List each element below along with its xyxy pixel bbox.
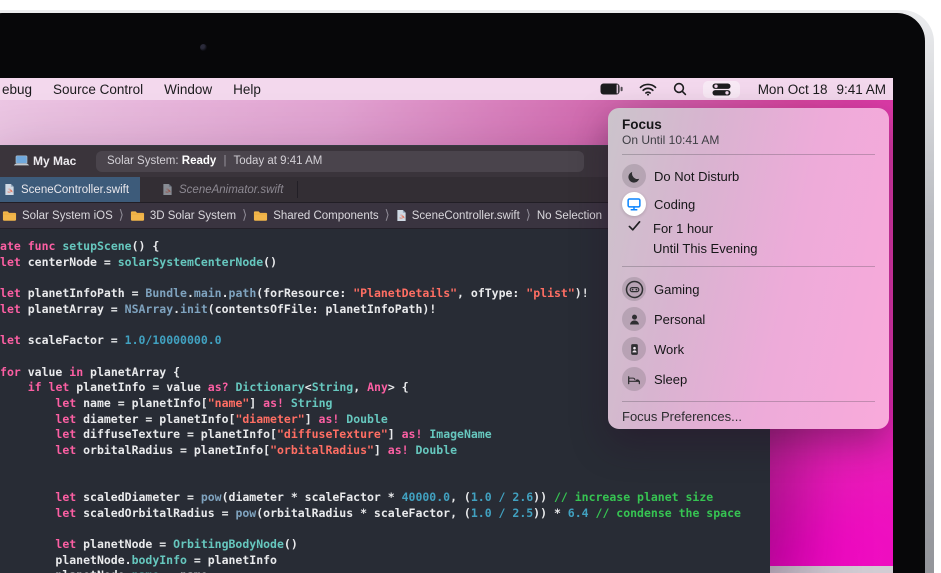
battery-icon[interactable] xyxy=(600,83,623,95)
gamecontroller-icon xyxy=(622,277,646,301)
divider xyxy=(622,266,875,267)
focus-mode-do-not-disturb[interactable]: Do Not Disturb xyxy=(622,162,875,190)
editor-tab[interactable]: SceneAnimator.swift xyxy=(148,177,297,202)
folder-icon xyxy=(2,210,17,222)
focus-duration-label: For 1 hour xyxy=(653,220,713,236)
code-line: let scaledDiameter = pow(diameter * scal… xyxy=(55,490,714,504)
status-state: Ready xyxy=(181,155,217,167)
menu-item[interactable]: Source Control xyxy=(53,82,143,97)
editor-tab[interactable]: SceneController.swift xyxy=(0,177,140,202)
focus-mode-sleep[interactable]: Sleep xyxy=(622,364,875,394)
menu-item[interactable]: Help xyxy=(233,82,261,97)
tab-label: SceneAnimator.swift xyxy=(179,183,284,196)
folder-icon xyxy=(253,210,268,222)
breadcrumb-label: SceneController.swift xyxy=(411,209,520,222)
breadcrumb-label: Solar System iOS xyxy=(22,209,113,222)
focus-menu-panel: Focus On Until 10:41 AM Do Not Disturb Co… xyxy=(608,108,889,429)
code-line: let scaledOrbitalRadius = pow(orbitalRad… xyxy=(55,505,741,520)
focus-mode-personal[interactable]: Personal xyxy=(622,304,875,334)
status-project: Solar System: xyxy=(107,155,179,167)
breadcrumb-item[interactable]: Solar System iOS xyxy=(2,210,113,222)
activity-status-bar[interactable]: Solar System: Ready | Today at 9:41 AM xyxy=(96,151,584,172)
person-icon xyxy=(622,307,646,331)
checkmark-icon xyxy=(622,219,646,237)
breadcrumb-chevron-icon: ⟩ xyxy=(242,206,248,222)
breadcrumb-label: 3D Solar System xyxy=(149,209,237,222)
focus-mode-work[interactable]: Work xyxy=(622,334,875,364)
menu-item[interactable]: Window xyxy=(164,82,212,97)
run-destination[interactable]: My Mac xyxy=(33,154,76,168)
focus-mode-label: Personal xyxy=(654,311,706,327)
focus-other-modes: Gaming Personal Work Sleep xyxy=(622,274,875,394)
menu-items: ebug Source Control Window Help xyxy=(0,82,261,97)
breadcrumb-chevron-icon: ⟩ xyxy=(525,206,531,222)
code-line: planetNode.name = name xyxy=(0,568,741,573)
code-line: let planetNode = OrbitingBodyNode() xyxy=(55,537,298,552)
swift-file-icon xyxy=(396,209,407,222)
menu-item[interactable]: ebug xyxy=(2,82,32,97)
focus-mode-gaming[interactable]: Gaming xyxy=(622,274,875,304)
facetime-camera xyxy=(200,44,207,51)
focus-duration-options: For 1 hour Until This Evening xyxy=(622,218,875,259)
breadcrumb-item[interactable]: No Selection xyxy=(537,210,602,222)
display-icon xyxy=(622,192,646,216)
breadcrumb-item[interactable]: SceneController.swift xyxy=(396,209,520,222)
folder-icon xyxy=(130,210,145,222)
scheme-chevron-icon: ⟩ xyxy=(0,153,1,169)
menu-bar-clock[interactable]: Mon Oct 18 9:41 AM xyxy=(758,82,886,97)
focus-duration-label: Until This Evening xyxy=(653,241,758,257)
moon-icon xyxy=(622,164,646,188)
menu-bar-status-items: Mon Oct 18 9:41 AM xyxy=(600,80,893,98)
divider xyxy=(622,401,875,402)
status-time: Today at 9:41 AM xyxy=(233,155,323,167)
code-line: planetNode.bodyInfo = planetInfo xyxy=(55,552,277,567)
control-center-icon[interactable] xyxy=(702,80,740,98)
focus-primary-modes: Do Not Disturb Coding xyxy=(622,162,875,218)
focus-mode-label: Do Not Disturb xyxy=(654,168,740,184)
desktop-screen: ebug Source Control Window Help Mon Oct … xyxy=(0,78,893,573)
bed-icon xyxy=(622,367,646,391)
focus-mode-label: Work xyxy=(654,341,685,357)
focus-mode-label: Gaming xyxy=(654,281,700,297)
focus-subtitle: On Until 10:41 AM xyxy=(622,133,720,147)
focus-duration-option[interactable]: For 1 hour xyxy=(622,218,875,239)
breadcrumb-label: No Selection xyxy=(536,209,603,222)
swift-file-icon xyxy=(162,183,173,196)
badge-icon xyxy=(622,337,646,361)
focus-preferences-button[interactable]: Focus Preferences... xyxy=(622,409,875,424)
tab-separator xyxy=(297,181,299,198)
macbook-marketing-screenshot: ebug Source Control Window Help Mon Oct … xyxy=(0,0,941,573)
menu-bar: ebug Source Control Window Help Mon Oct … xyxy=(0,78,893,100)
spotlight-search-icon[interactable] xyxy=(673,82,687,96)
my-mac-icon xyxy=(13,155,30,167)
breadcrumb-chevron-icon: ⟩ xyxy=(118,206,124,222)
focus-duration-option[interactable]: Until This Evening xyxy=(622,239,875,260)
focus-mode-label: Sleep xyxy=(654,371,688,387)
menu-bar-date: Mon Oct 18 xyxy=(757,81,828,97)
menu-bar-time: 9:41 AM xyxy=(836,81,886,97)
focus-mode-label: Coding xyxy=(654,196,696,212)
breadcrumb-chevron-icon: ⟩ xyxy=(384,206,390,222)
divider xyxy=(622,154,875,155)
focus-mode-coding[interactable]: Coding xyxy=(622,190,875,218)
code-line: let diffuseTexture = planetInfo["diffuse… xyxy=(55,427,492,442)
focus-title: Focus xyxy=(622,117,662,132)
status-separator: | xyxy=(223,155,227,167)
breadcrumb-item[interactable]: Shared Components xyxy=(253,209,379,222)
breadcrumb-item[interactable]: 3D Solar System xyxy=(130,210,236,222)
tab-label: SceneController.swift xyxy=(21,183,130,196)
breadcrumb-label: Shared Components xyxy=(273,209,379,222)
wifi-icon[interactable] xyxy=(639,83,657,96)
swift-file-icon xyxy=(4,183,15,196)
code-line: let orbitalRadius = planetInfo["orbitalR… xyxy=(55,442,458,457)
